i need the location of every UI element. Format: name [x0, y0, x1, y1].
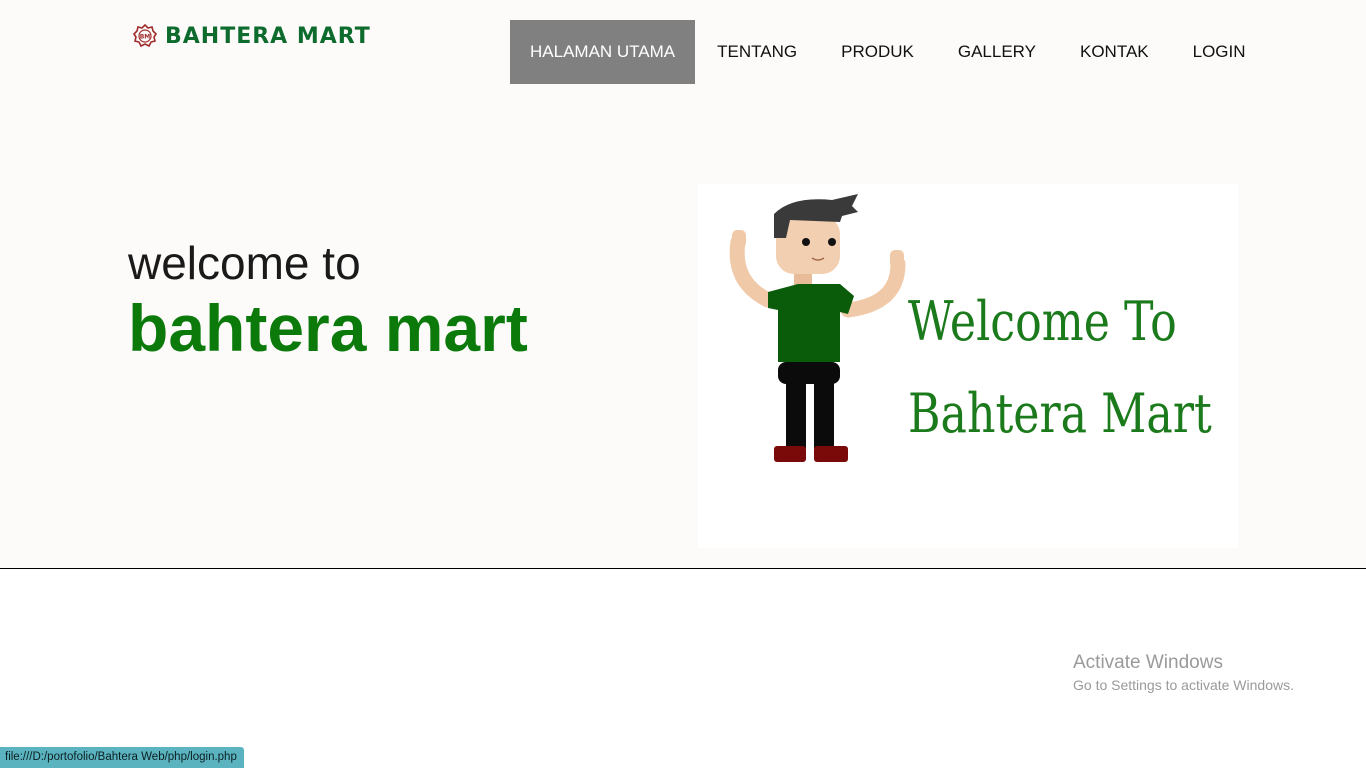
nav-item-tentang[interactable]: TENTANG [695, 20, 819, 84]
hero-image-line-2: Bahtera Mart [908, 382, 1212, 445]
welcome-heading-small: welcome to [128, 237, 361, 289]
brand-name: BAHTERA MART [165, 23, 371, 49]
waving-man-illustration [729, 194, 906, 462]
activate-windows-watermark: Activate Windows Go to Settings to activ… [1073, 652, 1294, 693]
hero-section: BM BAHTERA MART HALAMAN UTAMA TENTANG PR… [0, 0, 1366, 569]
hero-image-line-1: Welcome To [908, 290, 1177, 353]
activate-windows-title: Activate Windows [1073, 652, 1223, 673]
activate-windows-subtitle: Go to Settings to activate Windows. [1073, 677, 1294, 693]
browser-status-url: file:///D:/portofolio/Bahtera Web/php/lo… [0, 747, 244, 768]
nav-item-kontak[interactable]: KONTAK [1058, 20, 1171, 84]
hero-image-caption: Welcome To Bahtera Mart [908, 276, 1212, 460]
nav-item-halaman-utama[interactable]: HALAMAN UTAMA [510, 20, 696, 84]
brand-emblem-text: BM [140, 34, 151, 41]
brand-logo[interactable]: BM BAHTERA MART [133, 22, 371, 50]
main-nav: HALAMAN UTAMA TENTANG PRODUK GALLERY KON… [510, 20, 1268, 84]
brand-emblem-icon: BM [133, 24, 157, 48]
hero-illustration: Welcome To Bahtera Mart [698, 184, 1238, 548]
welcome-heading-brand: bahtera mart [128, 291, 528, 365]
nav-item-login[interactable]: LOGIN [1171, 20, 1268, 84]
nav-item-gallery[interactable]: GALLERY [936, 20, 1058, 84]
nav-item-produk[interactable]: PRODUK [819, 20, 936, 84]
